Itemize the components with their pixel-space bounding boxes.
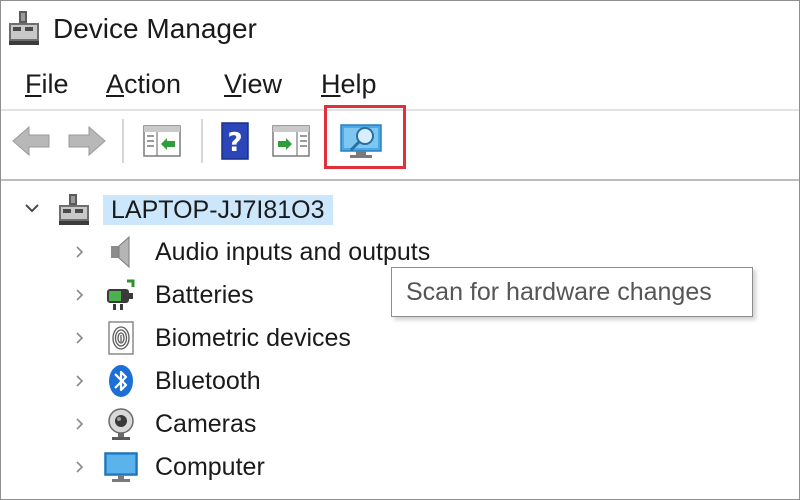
toolbar-separator — [201, 119, 203, 163]
show-hide-console-tree-button[interactable] — [140, 119, 184, 163]
fingerprint-icon — [103, 320, 139, 356]
menu-action-accel: A — [106, 69, 125, 99]
tree-node-label[interactable]: Bluetooth — [155, 366, 261, 396]
menu-action-rest: ction — [124, 69, 182, 99]
scan-button-highlight — [324, 105, 406, 169]
back-button[interactable] — [9, 119, 53, 163]
toolbar-separator — [122, 119, 124, 163]
computer-network-icon — [57, 193, 91, 227]
menu-view-accel: V — [224, 69, 242, 99]
tree-node-bluetooth[interactable]: Bluetooth — [1, 360, 799, 402]
help-button[interactable]: ? — [213, 119, 257, 163]
tree-node-label[interactable]: Batteries — [155, 280, 254, 310]
chevron-right-icon[interactable] — [71, 416, 87, 432]
chevron-right-icon[interactable] — [71, 373, 87, 389]
tree-node-computer[interactable]: Computer — [1, 446, 799, 488]
menu-action[interactable]: Action — [106, 69, 181, 100]
show-hide-console-tree-icon — [143, 125, 181, 157]
monitor-icon — [103, 449, 139, 485]
chevron-right-icon[interactable] — [71, 330, 87, 346]
tree-node-cameras[interactable]: Cameras — [1, 403, 799, 445]
chevron-right-icon[interactable] — [71, 459, 87, 475]
tree-root-label[interactable]: LAPTOP-JJ7I81O3 — [103, 195, 333, 225]
chevron-right-icon[interactable] — [71, 287, 87, 303]
device-manager-window: Device Manager File Action View Help ? L… — [0, 0, 800, 500]
menu-help-accel: H — [321, 69, 341, 99]
tree-node-label[interactable]: Audio inputs and outputs — [155, 237, 430, 267]
svg-text:?: ? — [227, 128, 242, 158]
menu-file-accel: F — [25, 69, 42, 99]
chevron-right-icon[interactable] — [71, 244, 87, 260]
speaker-icon — [103, 234, 139, 270]
forward-arrow-icon — [67, 123, 107, 159]
tree-node-label[interactable]: Computer — [155, 452, 265, 482]
menu-help[interactable]: Help — [321, 69, 377, 100]
bluetooth-icon — [103, 363, 139, 399]
menu-view[interactable]: View — [224, 69, 282, 100]
tree-root[interactable]: LAPTOP-JJ7I81O3 — [1, 189, 799, 231]
tree-node-label[interactable]: Biometric devices — [155, 323, 351, 353]
toolbar-divider — [1, 179, 799, 181]
window-title: Device Manager — [53, 13, 257, 44]
forward-button[interactable] — [65, 119, 109, 163]
menu-bar: File Action View Help — [1, 59, 799, 109]
menu-file-rest: ile — [41, 69, 69, 99]
chevron-down-icon[interactable] — [23, 199, 41, 217]
tooltip: Scan for hardware changes — [391, 267, 753, 317]
menu-help-rest: elp — [340, 69, 377, 99]
webcam-icon — [103, 406, 139, 442]
title-bar[interactable]: Device Manager — [1, 1, 799, 59]
menu-view-rest: iew — [241, 69, 283, 99]
back-arrow-icon — [11, 123, 51, 159]
help-icon: ? — [220, 121, 250, 161]
menu-file[interactable]: File — [25, 69, 69, 100]
device-manager-app-icon — [7, 9, 41, 49]
device-tree: LAPTOP-JJ7I81O3 Audio inputs and outputs — [1, 183, 799, 499]
show-hide-action-pane-icon — [272, 125, 310, 157]
show-hide-action-pane-button[interactable] — [269, 119, 313, 163]
tree-node-biometric[interactable]: Biometric devices — [1, 317, 799, 359]
tree-node-label[interactable]: Cameras — [155, 409, 256, 439]
battery-icon — [103, 277, 139, 313]
